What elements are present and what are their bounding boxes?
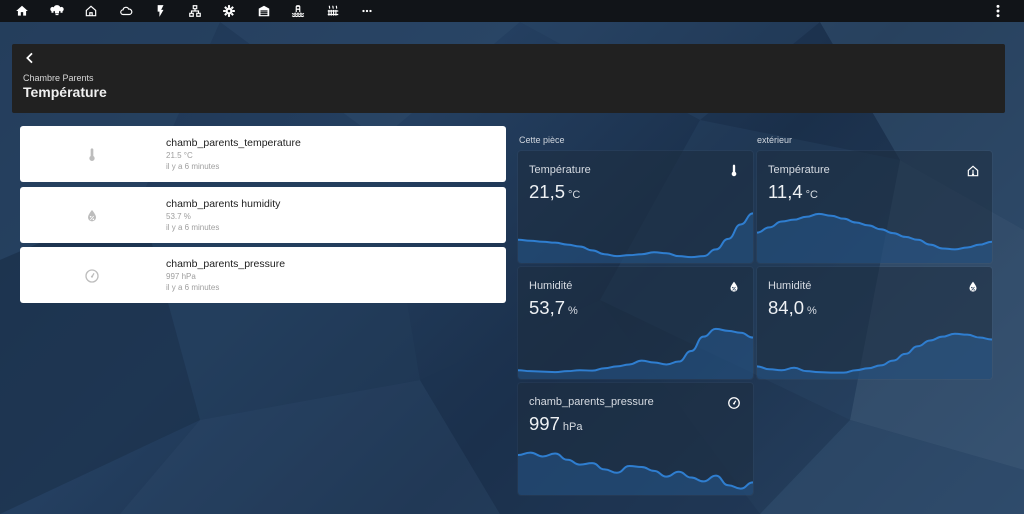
sensor-name: Humidité bbox=[768, 280, 812, 292]
breadcrumb-parent: Chambre Parents bbox=[23, 73, 94, 83]
tab-weather[interactable] bbox=[109, 0, 144, 22]
sensor-unit: hPa bbox=[562, 421, 583, 433]
entity-last-changed: il y a 6 minutes bbox=[166, 162, 220, 171]
entity-row-pressure[interactable]: chamb_parents_pressure 997 hPa il y a 6 … bbox=[20, 247, 506, 303]
home-icon bbox=[16, 5, 29, 16]
sensor-name: Humidité bbox=[529, 280, 573, 292]
sensor-unit: % bbox=[568, 305, 578, 317]
dots-vertical-icon[interactable] bbox=[990, 3, 1006, 19]
home-thermometer-icon bbox=[967, 165, 979, 177]
tab-garage[interactable] bbox=[247, 0, 282, 22]
sensor-value: 84,0% bbox=[768, 297, 817, 318]
entity-state: 53.7 % bbox=[166, 212, 191, 221]
tab-more[interactable] bbox=[350, 0, 385, 22]
entity-name: chamb_parents humidity bbox=[166, 198, 281, 210]
entity-last-changed: il y a 6 minutes bbox=[166, 223, 220, 232]
sensor-name: Température bbox=[768, 164, 830, 176]
sensor-value: 53,7% bbox=[529, 297, 578, 318]
water-percent-icon bbox=[730, 281, 738, 292]
column-title-outside: extérieur bbox=[757, 135, 793, 145]
sensor-value: 21,5 °C bbox=[529, 181, 581, 202]
water-percent-icon bbox=[88, 210, 96, 222]
entity-state: 21.5 °C bbox=[166, 151, 193, 160]
sensor-card-outside-temperature[interactable]: Température 11,4 °C bbox=[757, 151, 992, 263]
entity-last-changed: il y a 6 minutes bbox=[166, 283, 220, 292]
sensor-history-graph bbox=[518, 327, 753, 379]
sensor-history-graph bbox=[757, 212, 992, 263]
sensor-name: Température bbox=[529, 164, 591, 176]
garage-icon bbox=[258, 5, 269, 17]
sensor-history-area bbox=[757, 213, 992, 263]
tab-network[interactable] bbox=[178, 0, 213, 22]
sensor-history-graph bbox=[518, 451, 753, 495]
pool-icon bbox=[292, 5, 305, 18]
sensor-history-area bbox=[757, 333, 992, 379]
gauge-icon bbox=[728, 397, 740, 409]
cloud-icon bbox=[119, 6, 133, 16]
top-toolbar bbox=[0, 0, 1024, 22]
page-title: Température bbox=[23, 84, 107, 100]
radiator-icon bbox=[327, 5, 338, 16]
column-title-room: Cette pièce bbox=[519, 135, 565, 145]
sensor-unit: % bbox=[807, 305, 817, 317]
entity-row-temperature[interactable]: chamb_parents_temperature 21.5 °C il y a… bbox=[20, 126, 506, 182]
back-arrow-icon[interactable] bbox=[22, 50, 38, 66]
lightbulb-group-icon bbox=[50, 5, 64, 16]
sensor-value: 997 hPa bbox=[529, 413, 583, 434]
tab-house[interactable] bbox=[74, 0, 109, 22]
entity-name: chamb_parents_pressure bbox=[166, 258, 286, 270]
flash-icon bbox=[157, 5, 164, 17]
home-outline-icon bbox=[86, 5, 97, 17]
page-header: Chambre Parents Température bbox=[12, 44, 1005, 113]
tab-settings[interactable] bbox=[212, 0, 247, 22]
gauge-icon bbox=[85, 269, 99, 283]
more-horiz-icon bbox=[362, 9, 372, 13]
tab-pool[interactable] bbox=[281, 0, 316, 22]
entity-state: 997 hPa bbox=[166, 272, 196, 281]
entity-row-humidity[interactable]: chamb_parents humidity 53.7 % il y a 6 m… bbox=[20, 187, 506, 243]
cog-icon bbox=[223, 5, 236, 17]
sensor-card-room-humidity[interactable]: Humidité 53,7% bbox=[518, 267, 753, 379]
entity-name: chamb_parents_temperature bbox=[166, 137, 301, 149]
sensor-card-room-temperature[interactable]: Température 21,5 °C bbox=[518, 151, 753, 263]
sensor-unit: °C bbox=[805, 189, 818, 201]
water-percent-icon bbox=[969, 281, 977, 292]
sensor-card-outside-humidity[interactable]: Humidité 84,0% bbox=[757, 267, 992, 379]
sensor-history-graph bbox=[518, 212, 753, 263]
sensor-unit: °C bbox=[568, 189, 581, 201]
sensor-card-pressure[interactable]: chamb_parents_pressure 997 hPa bbox=[518, 383, 753, 495]
sensor-value: 11,4 °C bbox=[768, 181, 818, 202]
tab-home[interactable] bbox=[5, 0, 40, 22]
network-icon bbox=[188, 5, 201, 17]
sensor-history-area bbox=[518, 452, 753, 495]
thermometer-icon bbox=[89, 148, 95, 161]
tab-heating[interactable] bbox=[316, 0, 351, 22]
sensor-name: chamb_parents_pressure bbox=[529, 396, 654, 408]
sensor-history-graph bbox=[757, 332, 992, 379]
thermometer-icon bbox=[731, 164, 737, 177]
tab-lights[interactable] bbox=[40, 0, 75, 22]
tab-energy[interactable] bbox=[143, 0, 178, 22]
